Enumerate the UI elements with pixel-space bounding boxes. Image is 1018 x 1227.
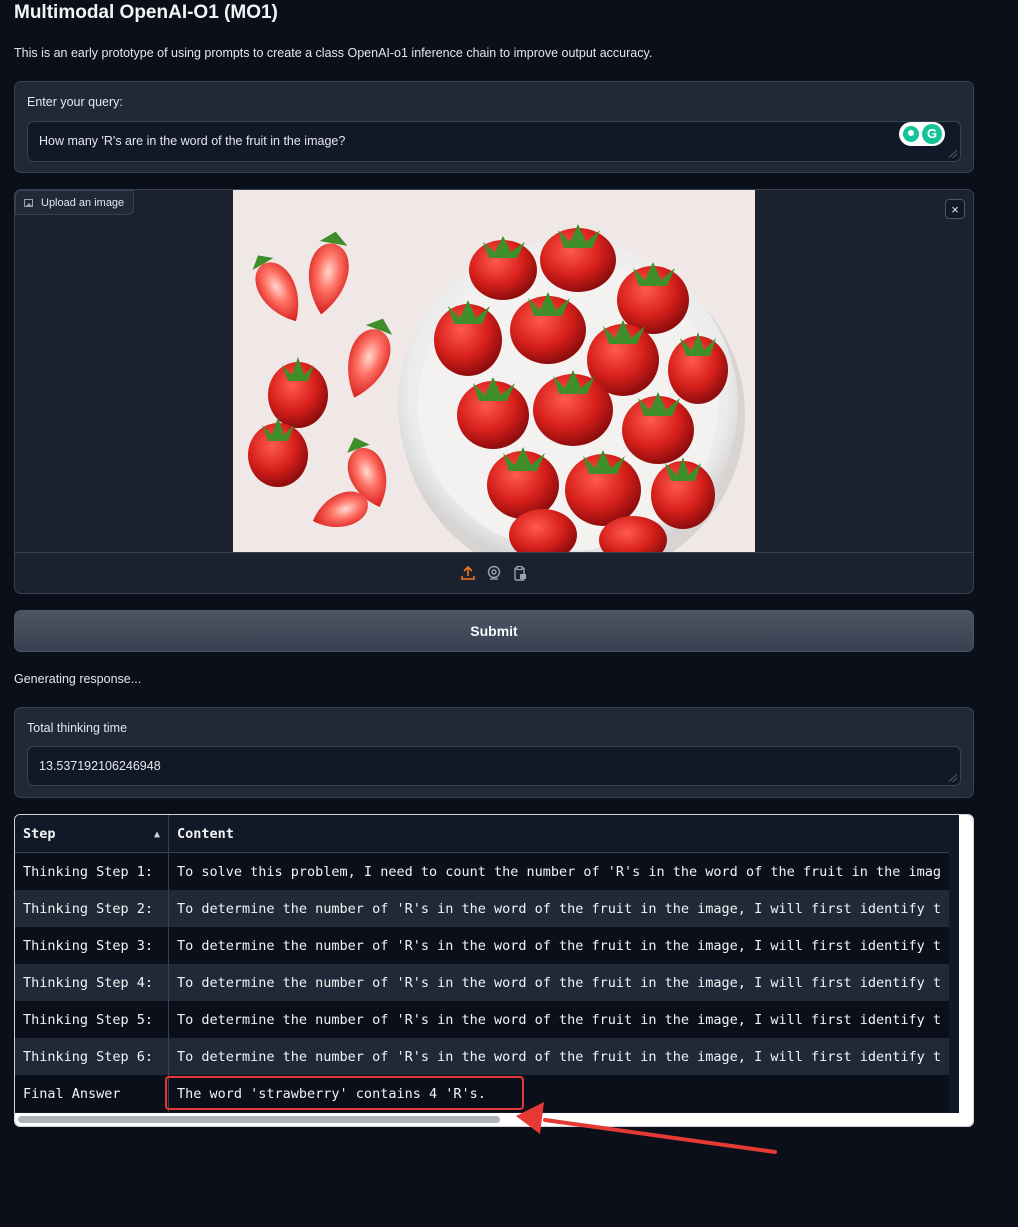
clear-image-button[interactable]: × [945,199,965,219]
step-cell[interactable]: Thinking Step 6: [15,1038,169,1075]
thinking-time-label: Total thinking time [27,721,128,735]
bulb-icon [903,126,919,142]
thinking-time-panel: Total thinking time 13.537192106246948 [14,707,974,798]
sort-ascending-icon[interactable]: ▲ [154,829,160,840]
resize-handle-icon[interactable] [949,150,957,158]
table-row: Thinking Step 6: To determine the number… [15,1038,950,1075]
grammarly-icon: G [922,124,942,144]
step-cell[interactable]: Thinking Step 2: [15,890,169,927]
clipboard-icon[interactable] [512,565,528,581]
thinking-time-value: 13.537192106246948 [39,759,161,773]
thinking-time-field[interactable]: 13.537192106246948 [27,746,961,786]
vertical-scrollbar[interactable] [959,815,973,1113]
results-table-viewport: Step ▲ Content Thinking Step 1: To solve… [15,815,959,1113]
app-description: This is an early prototype of using prom… [14,46,653,60]
query-text: How many 'R's are in the word of the fru… [39,134,346,148]
content-cell[interactable]: To determine the number of 'R's in the w… [168,1038,950,1075]
table-row: Thinking Step 1: To solve this problem, … [15,852,950,890]
content-cell[interactable]: To determine the number of 'R's in the w… [168,1001,950,1038]
upload-icon[interactable] [460,565,476,581]
step-cell[interactable]: Thinking Step 3: [15,927,169,964]
step-cell[interactable]: Thinking Step 5: [15,1001,169,1038]
content-cell[interactable]: To solve this problem, I need to count t… [168,852,950,890]
table-row: Thinking Step 2: To determine the number… [15,890,950,927]
column-header-step-label: Step [23,825,56,842]
upload-image-badge: Upload an image [15,190,135,215]
image-icon [24,198,33,207]
step-cell[interactable]: Thinking Step 4: [15,964,169,1001]
upload-image-label: Upload an image [41,196,125,209]
column-header-step[interactable]: Step ▲ [15,815,169,853]
results-grid: Step ▲ Content Thinking Step 1: To solve… [15,815,950,1112]
table-header-row: Step ▲ Content [15,815,950,853]
image-source-toolbar [15,552,973,593]
content-cell[interactable]: To determine the number of 'R's in the w… [168,927,950,964]
content-cell[interactable]: To determine the number of 'R's in the w… [168,890,950,927]
resize-handle-icon[interactable] [949,774,957,782]
query-label: Enter your query: [27,95,123,109]
strawberries-photo-svg [233,190,755,553]
query-panel: Enter your query: How many 'R's are in t… [14,81,974,173]
status-text: Generating response... [14,672,142,686]
app-title: Multimodal OpenAI-O1 (MO1) [14,2,278,23]
grammarly-widget[interactable]: G [899,122,945,146]
table-row: Thinking Step 5: To determine the number… [15,1001,950,1038]
submit-button[interactable]: Submit [14,610,974,652]
horizontal-scrollbar[interactable] [15,1113,973,1126]
image-upload-panel[interactable]: Upload an image × [14,189,974,594]
step-cell[interactable]: Final Answer [15,1075,169,1112]
webcam-icon[interactable] [486,565,502,581]
table-row: Thinking Step 4: To determine the number… [15,964,950,1001]
strawberries-photo [233,190,755,553]
horizontal-scrollbar-thumb[interactable] [18,1116,500,1123]
step-cell[interactable]: Thinking Step 1: [15,852,169,890]
query-textarea[interactable]: How many 'R's are in the word of the fru… [27,121,961,162]
table-row: Thinking Step 3: To determine the number… [15,927,950,964]
content-cell[interactable]: To determine the number of 'R's in the w… [168,964,950,1001]
final-answer-highlight [165,1076,524,1110]
column-header-content[interactable]: Content [168,815,950,853]
